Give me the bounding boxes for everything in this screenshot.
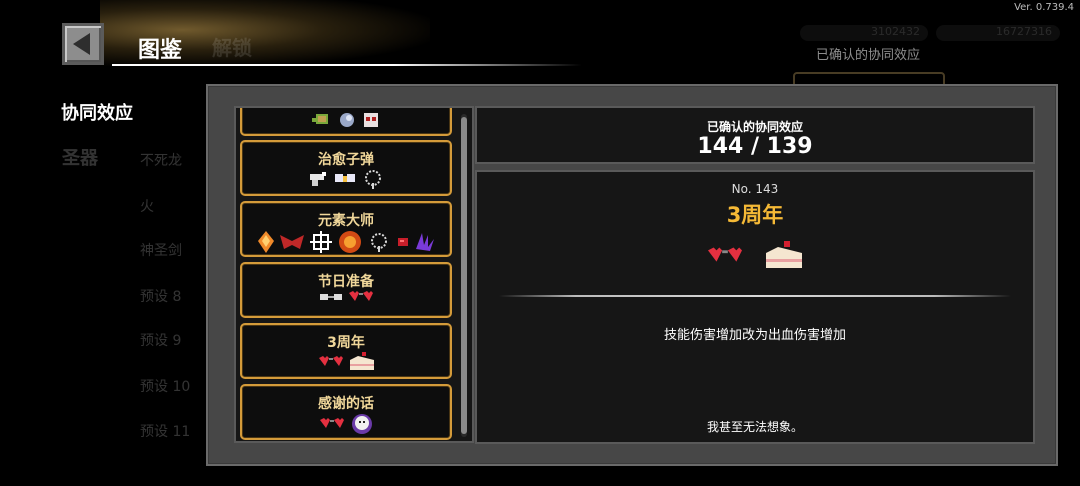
snowflake-icon — [310, 231, 332, 253]
synergy-card-name: 感谢的话 — [318, 396, 374, 412]
heart-glasses-icon — [319, 418, 344, 428]
ghost-icon — [351, 414, 372, 434]
synergy-list[interactable]: 治愈子弹 元素大师 节日准备 3周年 感谢的话 — [234, 106, 474, 443]
list-scrollbar[interactable] — [461, 114, 467, 437]
rosary-icon — [371, 233, 387, 252]
detail-number: No. 143 — [731, 182, 779, 196]
back-button[interactable] — [62, 23, 104, 65]
synergy-card[interactable] — [240, 108, 452, 136]
sidebar-item-relic[interactable]: 圣器 — [62, 144, 98, 170]
bg-list-item: 不死龙 — [140, 153, 182, 169]
rosary-icon — [365, 170, 381, 189]
version-label: Ver. 0.739.4 — [1014, 2, 1074, 13]
synergy-card-name: 元素大师 — [318, 213, 374, 229]
detail-icons — [477, 240, 1033, 272]
bg-list-item: 预设 11 — [140, 424, 191, 440]
background-note: 已确认的协同效应 — [816, 48, 921, 63]
synergy-card[interactable]: 节日准备 — [240, 262, 452, 318]
synergy-card-icons — [242, 169, 450, 189]
synergy-card-name: 节日准备 — [318, 274, 374, 290]
currency-gem: 16727316 — [936, 25, 1060, 41]
pistol-icon — [310, 172, 326, 186]
wings-icon — [335, 174, 355, 182]
cake-icon — [766, 241, 802, 268]
summary-count: 144 / 139 — [697, 134, 813, 159]
detail-quote: 我甚至无法想象。 — [706, 420, 803, 434]
sidebar-item-synergy[interactable]: 协同效应 — [61, 99, 133, 125]
synergy-card[interactable]: 3周年 — [240, 323, 452, 379]
bg-list-item: 预设 9 — [140, 333, 182, 349]
currency-gold: 3102432 — [800, 25, 928, 41]
unlock-tab[interactable]: 解锁 — [212, 32, 252, 61]
fire-crystal-icon — [258, 231, 274, 253]
synergy-card-icons — [242, 413, 450, 435]
synergy-card-icons — [242, 291, 450, 303]
bg-list-item: 火 — [140, 199, 154, 215]
synergy-card-icons — [242, 352, 450, 372]
detail-title: 3周年 — [726, 203, 784, 227]
moon-orb-icon — [340, 113, 354, 127]
synergy-card-icons — [242, 230, 450, 254]
synergy-card[interactable]: 元素大师 — [240, 201, 452, 257]
synergy-card-name: 治愈子弹 — [318, 152, 374, 168]
synergy-summary: 已确认的协同效应 144 / 139 — [475, 106, 1035, 164]
summary-label: 已确认的协同效应 — [706, 120, 803, 134]
bg-list-item: 神圣剑 — [140, 243, 182, 259]
detail-effect: 技能伤害增加改为出血伤害增加 — [663, 328, 846, 343]
synergy-detail: No. 143 3周年 技能伤害增加改为出血伤害增加 我甚至无法想象。 — [475, 170, 1035, 444]
page-title: 图鉴 — [138, 38, 183, 63]
red-gem-icon — [398, 238, 408, 246]
detail-divider — [499, 295, 1011, 297]
synergy-panel: 治愈子弹 元素大师 节日准备 3周年 感谢的话 已确认的协同效应 144 / 1… — [206, 84, 1058, 466]
back-arrow-icon — [73, 33, 90, 55]
heart-glasses-icon — [708, 247, 742, 262]
heart-glasses-icon — [348, 291, 373, 301]
header-underline — [112, 64, 582, 66]
synergy-card[interactable]: 治愈子弹 — [240, 140, 452, 196]
bg-list-item: 预设 8 — [140, 289, 182, 305]
synergy-card-icons — [242, 111, 450, 129]
turtle-icon — [312, 114, 328, 124]
synergy-card[interactable]: 感谢的话 — [240, 384, 452, 440]
mask-icon — [364, 113, 378, 127]
bg-list-item: 预设 10 — [140, 379, 191, 395]
heart-glasses-icon — [318, 356, 343, 366]
purple-claw-icon — [416, 233, 434, 251]
white-glasses-icon — [319, 294, 342, 300]
fireball-icon — [339, 231, 361, 253]
list-scrollbar-thumb[interactable] — [461, 117, 467, 434]
bat-wing-icon — [280, 235, 304, 249]
cake-icon — [349, 352, 374, 370]
synergy-card-name: 3周年 — [327, 335, 365, 351]
